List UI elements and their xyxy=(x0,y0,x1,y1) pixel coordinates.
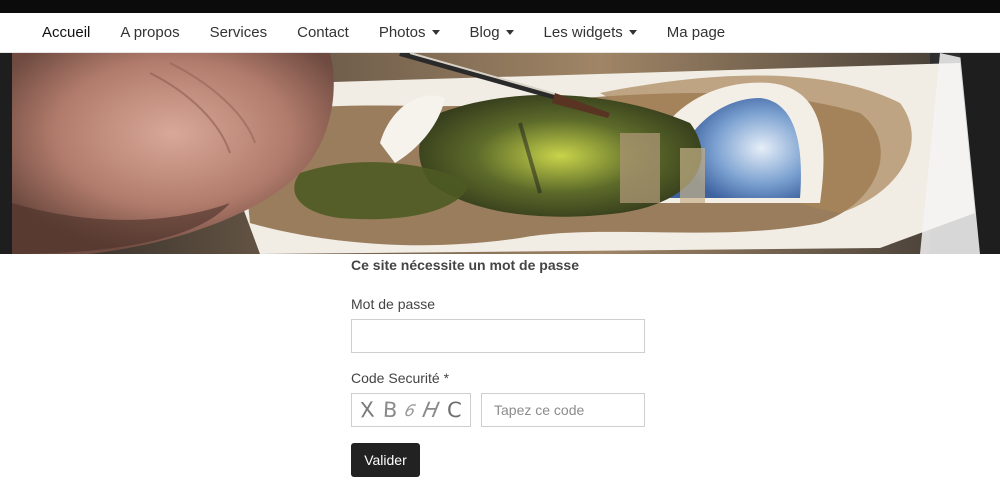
nav-label: Photos xyxy=(378,24,426,41)
nav-label: Accueil xyxy=(42,24,91,41)
security-code-label: Code Securité * xyxy=(351,370,450,386)
nav-item-contact[interactable]: Contact xyxy=(297,24,349,41)
captcha-char: X xyxy=(359,397,376,423)
nav-label: Les widgets xyxy=(543,24,623,41)
nav-label: Blog xyxy=(469,24,500,41)
nav-label: Ma page xyxy=(666,24,726,41)
security-code-input[interactable] xyxy=(481,393,645,427)
password-label: Mot de passe xyxy=(351,296,436,312)
main-nav: Accueil A propos Services Contact Photos… xyxy=(0,13,1000,53)
hero-banner-image xyxy=(0,53,1000,254)
nav-item-ma-page[interactable]: Ma page xyxy=(667,24,725,41)
nav-item-services[interactable]: Services xyxy=(210,24,268,41)
nav-label: Services xyxy=(209,24,268,41)
captcha-char: C xyxy=(446,397,463,423)
nav-item-a-propos[interactable]: A propos xyxy=(120,24,179,41)
nav-item-photos[interactable]: Photos xyxy=(379,24,440,41)
password-input[interactable] xyxy=(351,319,645,353)
chevron-down-icon xyxy=(431,30,440,35)
chevron-down-icon xyxy=(628,30,637,35)
form-title: Ce site nécessite un mot de passe xyxy=(351,257,579,273)
nav-label: Contact xyxy=(297,24,349,41)
nav-item-blog[interactable]: Blog xyxy=(470,24,514,41)
captcha-image: X B 6 H C xyxy=(351,393,471,427)
nav-item-les-widgets[interactable]: Les widgets xyxy=(544,24,637,41)
chevron-down-icon xyxy=(505,30,514,35)
submit-button[interactable]: Valider xyxy=(351,443,420,477)
captcha-char: 6 xyxy=(402,400,418,420)
top-bar xyxy=(0,0,1000,13)
captcha-char: B xyxy=(381,397,398,423)
captcha-char: H xyxy=(420,398,442,422)
nav-label: A propos xyxy=(120,24,180,41)
nav-item-accueil[interactable]: Accueil xyxy=(42,24,90,41)
